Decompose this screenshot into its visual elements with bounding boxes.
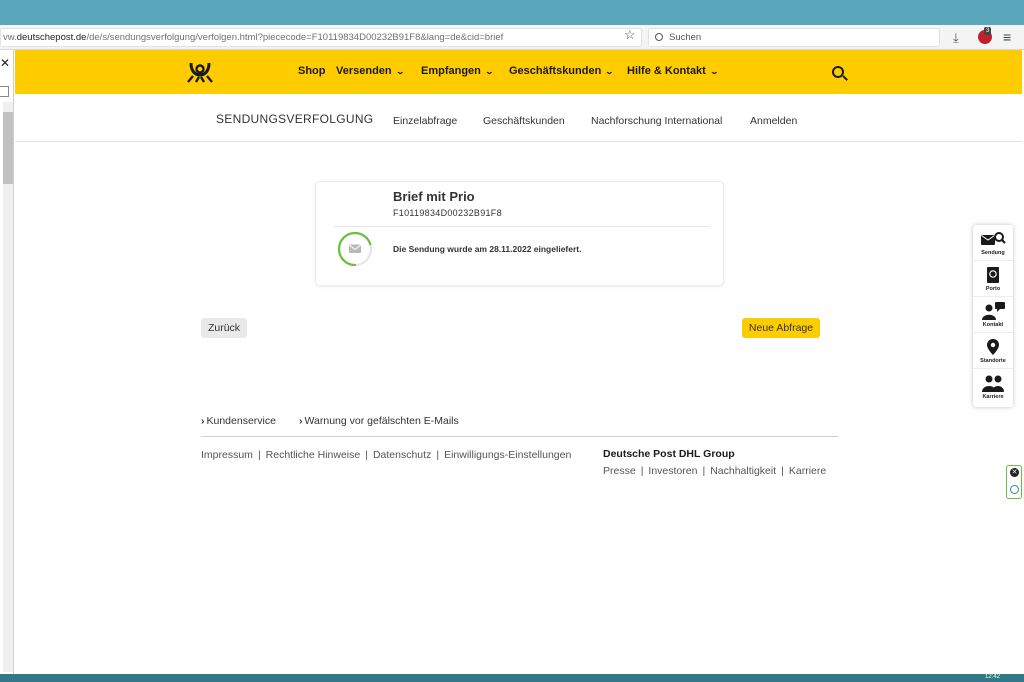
legal-links: Impressum | Rechtliche Hinweise | Datenschut…	[201, 449, 572, 461]
nav-item-label: Versenden	[336, 65, 392, 77]
nav-item-empfangen[interactable]: Empfangen ⌄	[421, 65, 494, 77]
close-icon[interactable]: ✕	[0, 56, 10, 70]
nav-item-label: Geschäftskunden	[509, 65, 602, 77]
chevron-right-icon: ›	[201, 415, 205, 427]
browser-toolbar: vw.deutschepost.de/de/s/sendungsverfolgu…	[0, 25, 1024, 50]
nav-item-label: Hilfe & Kontakt	[627, 65, 706, 77]
chevron-down-icon: ⌄	[484, 67, 494, 76]
url-domain: deutschepost.de	[16, 32, 87, 43]
people-icon	[982, 375, 1004, 392]
subnav-link-geschaeftskunden[interactable]: Geschäftskunden	[483, 115, 565, 127]
os-taskbar: 12:42	[0, 674, 1024, 682]
extension-badge: 3	[984, 27, 992, 35]
legal-link-rechtliche-hinweise[interactable]: Rechtliche Hinweise	[266, 449, 361, 461]
deutsche-post-horn-logo-icon[interactable]	[185, 60, 215, 84]
footer-divider	[201, 436, 838, 437]
nav-item-geschäftskunden[interactable]: Geschäftskunden ⌄	[509, 65, 615, 77]
legal-link-einwilligungs-einstellungen[interactable]: Einwilligungs-Einstellungen	[444, 449, 571, 461]
download-icon[interactable]: ⤓	[953, 30, 959, 46]
main-navigation: Shop Versenden ⌄ Empfangen ⌄ Geschäftskunden ⌄…	[15, 50, 1022, 94]
clock: 12:42	[985, 674, 1001, 680]
search-placeholder: Suchen	[669, 32, 702, 43]
window-titlebar	[0, 0, 1024, 25]
legal-link-impressum[interactable]: Impressum	[201, 449, 253, 461]
sidebar-label: Kontakt	[982, 322, 1004, 328]
chevron-right-icon: ›	[299, 415, 303, 427]
nav-item-label: Shop	[298, 65, 326, 77]
group-link-presse[interactable]: Presse	[603, 465, 636, 477]
nav-item-shop[interactable]: Shop	[298, 65, 326, 77]
group-links: Presse | Investoren | Nachhaltigkeit | Karrier…	[603, 465, 827, 477]
chevron-down-icon: ⌄	[395, 67, 405, 76]
stamp-icon	[987, 267, 999, 283]
group-link-investoren[interactable]: Investoren	[648, 465, 697, 477]
search-icon[interactable]	[832, 66, 844, 78]
subnav-link-nachforschung[interactable]: Nachforschung International	[591, 115, 722, 127]
sidebar-item-kontakt[interactable]: Kontakt	[973, 297, 1013, 333]
nav-item-label: Empfangen	[421, 65, 481, 77]
url-path: /de/s/sendungsverfolgung/verfolgen.html?…	[86, 32, 504, 43]
footer-link-kundenservice[interactable]: › Kundenservice	[201, 415, 276, 427]
left-side-panel: ✕	[0, 50, 14, 675]
shipment-card: Brief mit Prio F10119834D00232B91F8 Die …	[315, 181, 724, 286]
envelope-icon	[348, 244, 362, 253]
tracking-code: F10119834D00232B91F8	[393, 208, 502, 218]
sub-navigation: SENDUNGSVERFOLGUNG Einzelabfrage Geschäf…	[15, 94, 1022, 142]
back-button[interactable]: Zurück	[201, 318, 247, 338]
sidebar-label: Sendung	[981, 250, 1005, 256]
shipment-status-text: Die Sendung wurde am 28.11.2022 eingelie…	[393, 244, 582, 254]
envelope-search-icon	[981, 232, 1006, 245]
sidebar-label: Standorte	[980, 358, 1006, 364]
location-pin-icon	[987, 339, 999, 355]
sidebar-item-porto[interactable]: Porto	[973, 261, 1013, 297]
subnav-link-einzelabfrage[interactable]: Einzelabfrage	[393, 115, 457, 127]
group-brand-name: Deutsche Post DHL Group	[603, 448, 735, 460]
group-link-nachhaltigkeit[interactable]: Nachhaltigkeit	[710, 465, 776, 477]
subnav-link-anmelden[interactable]: Anmelden	[750, 115, 797, 127]
close-icon[interactable]: ✕	[1010, 468, 1019, 477]
bookmark-star-icon[interactable]: ☆	[624, 27, 636, 43]
address-bar[interactable]: vw.deutschepost.de/de/s/sendungsverfolgu…	[0, 28, 642, 47]
page-title: SENDUNGSVERFOLGUNG	[216, 112, 374, 126]
footer-link-warnung[interactable]: › Warnung vor gefälschten E-Mails	[299, 415, 459, 427]
scrollbar-track[interactable]	[3, 102, 13, 672]
footer-link-label: Warnung vor gefälschten E-Mails	[304, 415, 459, 427]
contact-icon	[982, 302, 1005, 320]
group-link-karriere[interactable]: Karriere	[789, 465, 826, 477]
card-divider	[334, 226, 710, 227]
legal-link-datenschutz[interactable]: Datenschutz	[373, 449, 431, 461]
sidebar-item-sendung[interactable]: Sendung	[973, 225, 1013, 261]
chevron-down-icon: ⌄	[604, 67, 615, 76]
sidebar-item-standorte[interactable]: Standorte	[973, 333, 1013, 369]
shipment-title: Brief mit Prio	[393, 189, 475, 204]
floating-widget: ✕	[1006, 465, 1022, 499]
nav-item-hilfe-kontakt[interactable]: Hilfe & Kontakt ⌄	[627, 65, 719, 77]
sidebar-label: Karriere	[982, 394, 1004, 400]
shipment-progress-ring	[337, 231, 373, 267]
panel-checkbox[interactable]	[0, 86, 9, 97]
chevron-down-icon: ⌄	[709, 67, 719, 76]
browser-search-input[interactable]: Suchen	[648, 28, 940, 47]
sidebar-label: Porto	[985, 286, 1001, 292]
scrollbar-thumb[interactable]	[3, 112, 13, 184]
nav-item-versenden[interactable]: Versenden ⌄	[336, 65, 405, 77]
widget-logo-icon[interactable]	[1010, 485, 1019, 494]
quick-access-sidebar: Sendung Porto Kontakt Standorte Karriere	[973, 225, 1013, 407]
footer-link-label: Kundenservice	[206, 415, 276, 427]
sidebar-item-karriere[interactable]: Karriere	[973, 369, 1013, 405]
search-icon	[655, 33, 663, 41]
url-prefix: vw.	[3, 32, 17, 43]
new-query-button[interactable]: Neue Abfrage	[742, 318, 820, 338]
hamburger-menu-icon[interactable]: ≡	[1003, 29, 1011, 45]
